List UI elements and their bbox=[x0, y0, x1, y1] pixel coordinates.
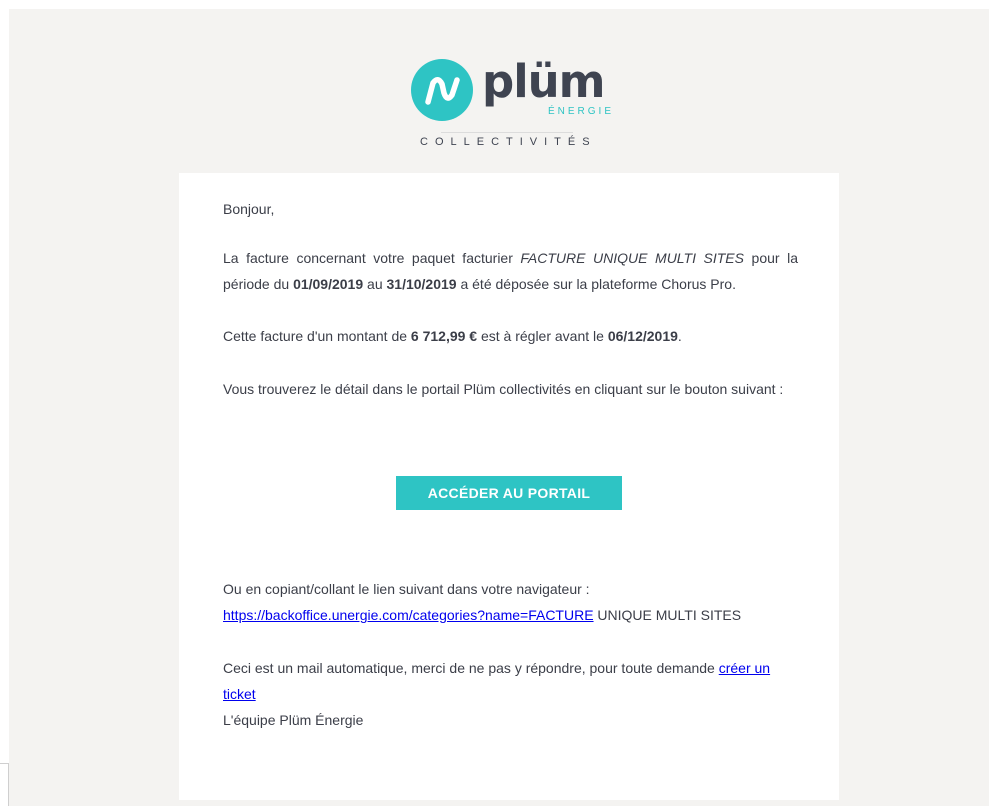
portal-link[interactable]: https://backoffice.unergie.com/categorie… bbox=[223, 607, 594, 623]
p2-text: Cette facture d'un montant de bbox=[223, 328, 411, 344]
invoice-paragraph: La facture concernant votre paquet factu… bbox=[223, 245, 798, 297]
link-rest: UNIQUE MULTI SITES bbox=[593, 607, 742, 623]
link-intro: Ou en copiant/collant le lien suivant da… bbox=[223, 581, 590, 597]
packet-name: FACTURE UNIQUE MULTI SITES bbox=[520, 250, 744, 266]
due-date: 06/12/2019 bbox=[607, 328, 678, 344]
portal-paragraph: Vous trouverez le détail dans le portail… bbox=[223, 381, 784, 397]
period-end: 31/10/2019 bbox=[386, 276, 457, 292]
invoice-amount: 6 712,99 € bbox=[410, 328, 478, 344]
brand-logo: plüm ÉNERGIE COLLECTIVITÉS bbox=[401, 49, 631, 159]
p5-text: Ceci est un mail automatique, merci de n… bbox=[223, 660, 719, 676]
p2-text: . bbox=[677, 328, 682, 344]
amount-paragraph: Cette facture d'un montant de 6 712,99 €… bbox=[223, 323, 798, 349]
link-paragraph: Ou en copiant/collant le lien suivant da… bbox=[223, 576, 798, 628]
window-edge bbox=[0, 763, 9, 806]
brand-tagline: COLLECTIVITÉS bbox=[420, 136, 597, 148]
brand-name: plüm bbox=[482, 55, 606, 108]
greeting: Bonjour, bbox=[223, 201, 275, 217]
signature: L'équipe Plüm Énergie bbox=[223, 712, 364, 728]
p1-text: La facture concernant votre paquet factu… bbox=[223, 250, 521, 266]
period-start: 01/09/2019 bbox=[293, 276, 364, 292]
p2-text: est à régler avant le bbox=[477, 328, 608, 344]
automatic-paragraph: Ceci est un mail automatique, merci de n… bbox=[223, 655, 798, 733]
logo-divider bbox=[441, 132, 573, 133]
email-background: plüm ÉNERGIE COLLECTIVITÉS Bonjour, La f… bbox=[9, 9, 989, 806]
p1-text: a été déposée sur la plateforme Chorus P… bbox=[456, 276, 736, 292]
brand-sub: ÉNERGIE bbox=[548, 106, 615, 117]
portal-button[interactable]: ACCÉDER AU PORTAIL bbox=[396, 476, 622, 510]
p1-text: au bbox=[363, 276, 387, 292]
email-card: Bonjour, La facture concernant votre paq… bbox=[179, 173, 839, 800]
plum-wave-logo-icon bbox=[411, 59, 473, 121]
